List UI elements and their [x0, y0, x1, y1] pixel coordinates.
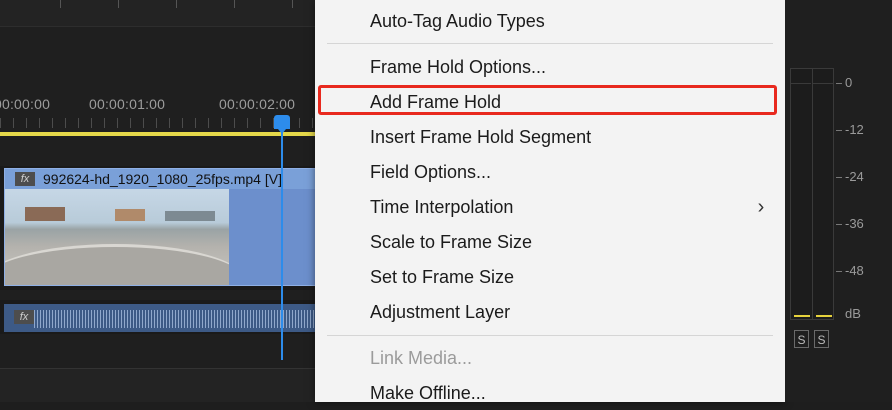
clip-thumbnail	[5, 189, 229, 285]
timeline-scrollbar-area[interactable]	[0, 368, 315, 402]
menu-separator	[327, 335, 773, 336]
clip-header: fx 992624-hd_1920_1080_25fps.mp4 [V]	[5, 169, 315, 189]
solo-left-button[interactable]: S	[794, 330, 809, 348]
menu-item-link-media: Link Media...	[370, 348, 473, 368]
time-ruler[interactable]: 00:00:00 00:00:01:00 00:00:02:00	[0, 82, 315, 134]
highlight-box	[318, 85, 777, 115]
ruler-ticks	[0, 118, 315, 128]
menu-separator	[327, 43, 773, 44]
menu-item-time-interpolation[interactable]: Time Interpolation	[370, 190, 513, 224]
timeline-top-strip	[0, 0, 315, 27]
playhead-handle[interactable]	[274, 115, 290, 134]
context-menu[interactable]: Auto-Tag Audio Types Frame Hold Options.…	[315, 0, 785, 403]
menu-item-frame-hold-options[interactable]: Frame Hold Options...	[370, 50, 546, 84]
db-label: -24	[845, 169, 864, 184]
clip-name: 992624-hd_1920_1080_25fps.mp4 [V]	[43, 171, 282, 187]
timecode-label: 00:00:02:00	[219, 96, 296, 112]
audio-meter	[790, 68, 834, 320]
menu-item-field-options[interactable]: Field Options...	[370, 155, 491, 189]
work-area-bar[interactable]	[0, 132, 315, 136]
timecode-label: 00:00:00	[0, 96, 51, 112]
menu-item-adjustment-layer[interactable]: Adjustment Layer	[370, 295, 510, 329]
timeline-panel[interactable]: 00:00:00 00:00:01:00 00:00:02:00 fx 9926…	[0, 0, 315, 402]
fx-badge[interactable]: fx	[15, 172, 35, 186]
db-label: 0	[845, 75, 853, 90]
menu-item-set-to-frame-size[interactable]: Set to Frame Size	[370, 260, 514, 294]
db-label: -36	[845, 216, 864, 231]
level-indicator-right	[816, 315, 832, 317]
solo-right-button[interactable]: S	[814, 330, 829, 348]
menu-item-auto-tag-audio-types[interactable]: Auto-Tag Audio Types	[370, 4, 545, 38]
playhead-line[interactable]	[281, 130, 283, 360]
db-label: -12	[845, 122, 864, 137]
menu-item-scale-to-frame-size[interactable]: Scale to Frame Size	[370, 225, 532, 259]
menu-item-insert-frame-hold-segment[interactable]: Insert Frame Hold Segment	[370, 120, 591, 154]
submenu-arrow-icon: ›	[757, 196, 765, 218]
video-track[interactable]: fx 992624-hd_1920_1080_25fps.mp4 [V]	[0, 166, 315, 290]
timecode-label: 00:00:01:00	[89, 96, 166, 112]
level-indicator-left	[794, 315, 810, 317]
audio-clip[interactable]: fx	[4, 304, 315, 332]
fx-badge[interactable]: fx	[14, 310, 34, 324]
audio-meter-panel: 0 -12 -24 -36 -48 dB S S	[785, 0, 892, 402]
db-unit-label: dB	[845, 306, 861, 321]
menu-item-make-offline[interactable]: Make Offline...	[370, 376, 486, 410]
db-label: -48	[845, 263, 864, 278]
video-clip[interactable]: fx 992624-hd_1920_1080_25fps.mp4 [V]	[4, 168, 315, 286]
audio-track[interactable]: fx	[0, 300, 315, 334]
audio-waveform	[34, 310, 315, 328]
